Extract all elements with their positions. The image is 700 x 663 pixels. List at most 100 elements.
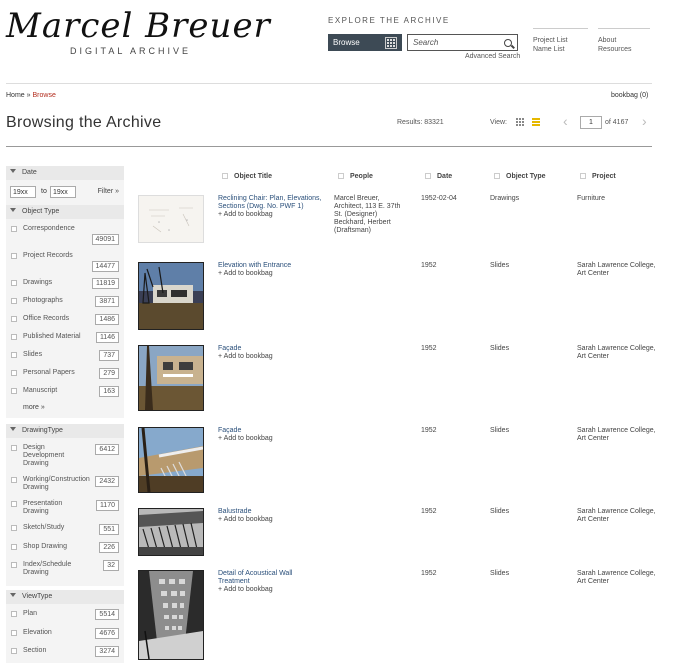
thumbnail-image[interactable] bbox=[138, 262, 204, 330]
object-title: Reclining Chair: Plan, Elevations, Secti… bbox=[218, 195, 323, 219]
column-header-title[interactable]: Object Title bbox=[222, 173, 272, 180]
facet-checkbox[interactable] bbox=[11, 648, 17, 654]
object-title-link[interactable]: Balustrade bbox=[218, 508, 251, 515]
search-input[interactable]: Search bbox=[407, 34, 518, 51]
facet-checkbox[interactable] bbox=[11, 334, 17, 340]
facet-checkbox[interactable] bbox=[11, 611, 17, 617]
facet-item[interactable]: Slides 737 bbox=[9, 347, 121, 365]
facet-checkbox[interactable] bbox=[11, 253, 17, 259]
search-icon[interactable] bbox=[504, 38, 512, 47]
facet-checkbox[interactable] bbox=[11, 544, 17, 550]
facet-item[interactable]: Working/Construction Drawing 2432 bbox=[9, 472, 121, 496]
object-title-link[interactable]: Façade bbox=[218, 427, 241, 434]
facet-item[interactable]: Presentation Drawing 1170 bbox=[9, 496, 121, 520]
add-to-bookbag-link[interactable]: + Add to bookbag bbox=[218, 586, 323, 594]
thumbnail-image[interactable] bbox=[138, 345, 204, 411]
facet-count: 49091 bbox=[91, 234, 119, 245]
facet-checkbox[interactable] bbox=[11, 370, 17, 376]
thumbnail-image[interactable] bbox=[138, 195, 204, 243]
facet-checkbox[interactable] bbox=[11, 352, 17, 358]
header-checkbox[interactable] bbox=[425, 173, 431, 179]
facet-item[interactable]: Published Material 1146 bbox=[9, 329, 121, 347]
facet-checkbox[interactable] bbox=[11, 630, 17, 636]
facet-item[interactable]: Photographs 3871 bbox=[9, 293, 121, 311]
column-header-project[interactable]: Project bbox=[580, 173, 616, 180]
table-row: Elevation with Entrance + Add to bookbag… bbox=[138, 262, 658, 330]
column-header-people[interactable]: People bbox=[338, 173, 373, 180]
facet-item[interactable]: Office Records 1486 bbox=[9, 311, 121, 329]
facet-item[interactable]: Project Records 14477 bbox=[9, 248, 121, 275]
grid-icon bbox=[385, 36, 397, 49]
filter-button[interactable]: Filter » bbox=[98, 188, 119, 195]
header-checkbox[interactable] bbox=[338, 173, 344, 179]
object-title-link[interactable]: Detail of Acoustical Wall Treatment bbox=[218, 570, 292, 585]
facet-header-drawing-type[interactable]: DrawingType bbox=[6, 424, 124, 438]
object-title: Detail of Acoustical Wall Treatment + Ad… bbox=[218, 570, 323, 594]
facet-item[interactable]: Drawings 11819 bbox=[9, 275, 121, 293]
facet-checkbox[interactable] bbox=[11, 477, 17, 483]
facet-checkbox[interactable] bbox=[11, 525, 17, 531]
breadcrumb-home[interactable]: Home bbox=[6, 92, 25, 99]
bookbag-link[interactable]: bookbag (0) bbox=[611, 92, 648, 99]
facet-item[interactable]: Manuscript 163 bbox=[9, 383, 121, 401]
date-to-input[interactable]: 19xx bbox=[50, 186, 76, 198]
advanced-search-link[interactable]: Advanced Search bbox=[465, 53, 520, 60]
header-checkbox[interactable] bbox=[580, 173, 586, 179]
object-title-link[interactable]: Reclining Chair: Plan, Elevations, Secti… bbox=[218, 195, 322, 210]
facet-header-object-type[interactable]: Object Type bbox=[6, 205, 124, 219]
header-checkbox[interactable] bbox=[494, 173, 500, 179]
facet-item[interactable]: Design Development Drawing 6412 bbox=[9, 440, 121, 472]
facet-checkbox[interactable] bbox=[11, 316, 17, 322]
object-title-link[interactable]: Elevation with Entrance bbox=[218, 262, 291, 269]
about-link[interactable]: About bbox=[598, 36, 631, 45]
object-title-link[interactable]: Façade bbox=[218, 345, 241, 352]
view-type-facet: Plan 5514 Elevation 4676 Section 3274 bbox=[6, 604, 124, 663]
facet-header-view-type[interactable]: ViewType bbox=[6, 590, 124, 604]
facet-header-date[interactable]: Date bbox=[6, 166, 124, 180]
facet-checkbox[interactable] bbox=[11, 280, 17, 286]
grid-view-icon[interactable] bbox=[516, 118, 524, 126]
column-header-object-type[interactable]: Object Type bbox=[494, 173, 546, 180]
resources-link[interactable]: Resources bbox=[598, 45, 631, 54]
next-page-icon[interactable]: › bbox=[642, 113, 647, 129]
column-header-date[interactable]: Date bbox=[425, 173, 452, 180]
facet-item[interactable]: Correspondence 49091 bbox=[9, 221, 121, 248]
add-to-bookbag-link[interactable]: + Add to bookbag bbox=[218, 270, 323, 278]
facet-checkbox[interactable] bbox=[11, 226, 17, 232]
facet-item[interactable]: Section 3274 bbox=[9, 643, 121, 661]
facet-item[interactable]: Personal Papers 279 bbox=[9, 365, 121, 383]
facet-item[interactable]: Index/Schedule Drawing 32 bbox=[9, 557, 121, 583]
page-number-input[interactable]: 1 bbox=[580, 116, 602, 129]
facet-item[interactable]: Shop Drawing 226 bbox=[9, 539, 121, 557]
add-to-bookbag-link[interactable]: + Add to bookbag bbox=[218, 211, 323, 219]
add-to-bookbag-link[interactable]: + Add to bookbag bbox=[218, 516, 323, 524]
type-cell: Slides bbox=[490, 345, 510, 352]
name-list-link[interactable]: Name List bbox=[533, 45, 568, 54]
title-divider bbox=[6, 146, 652, 147]
list-view-icon[interactable] bbox=[532, 118, 540, 127]
date-cell: 1952 bbox=[421, 570, 437, 577]
add-to-bookbag-link[interactable]: + Add to bookbag bbox=[218, 435, 323, 443]
browse-button[interactable]: Browse bbox=[328, 34, 402, 51]
facet-label: Plan bbox=[23, 610, 38, 617]
date-from-input[interactable]: 19xx bbox=[10, 186, 36, 198]
thumbnail-image[interactable] bbox=[138, 508, 204, 556]
facet-checkbox[interactable] bbox=[11, 562, 17, 568]
logo[interactable]: Marcel Breuer DIGITAL ARCHIVE bbox=[6, 8, 270, 56]
facet-item[interactable]: Elevation 4676 bbox=[9, 625, 121, 643]
facet-checkbox[interactable] bbox=[11, 501, 17, 507]
thumbnail-image[interactable] bbox=[138, 570, 204, 660]
header-checkbox[interactable] bbox=[222, 173, 228, 179]
explore-heading: EXPLORE THE ARCHIVE bbox=[328, 16, 450, 25]
add-to-bookbag-link[interactable]: + Add to bookbag bbox=[218, 353, 323, 361]
more-link[interactable]: more » bbox=[9, 401, 121, 415]
project-list-link[interactable]: Project List bbox=[533, 36, 568, 45]
facet-item[interactable]: Plan 5514 bbox=[9, 606, 121, 625]
facet-checkbox[interactable] bbox=[11, 445, 17, 451]
facet-checkbox[interactable] bbox=[11, 298, 17, 304]
thumbnail-image[interactable] bbox=[138, 427, 204, 493]
prev-page-icon[interactable]: ‹ bbox=[563, 113, 568, 129]
facet-checkbox[interactable] bbox=[11, 388, 17, 394]
facet-item[interactable]: Sketch/Study 551 bbox=[9, 520, 121, 539]
object-title: Balustrade + Add to bookbag bbox=[218, 508, 323, 524]
